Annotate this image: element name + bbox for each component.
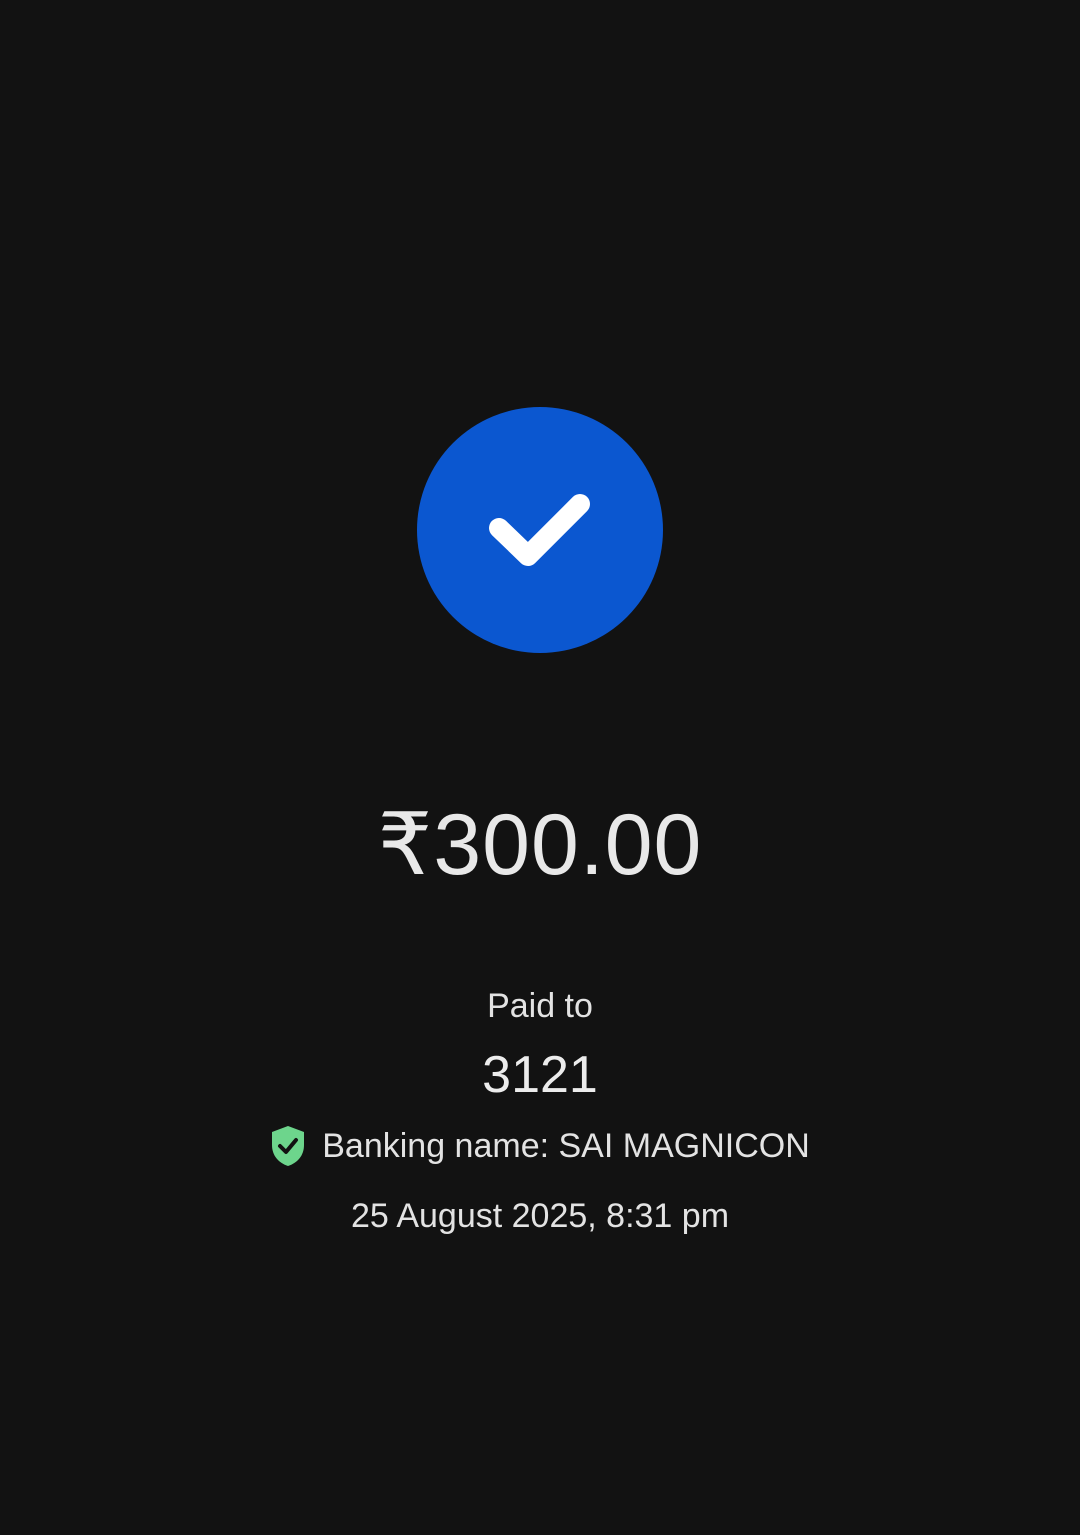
success-status-circle [417, 407, 663, 653]
banking-name-label: Banking name: [322, 1127, 559, 1165]
banking-name-text: Banking name: SAI MAGNICON [322, 1123, 810, 1169]
verified-shield-icon [272, 1126, 305, 1166]
banking-name-row: Banking name: SAI MAGNICON [0, 1120, 1080, 1172]
check-icon [489, 494, 590, 566]
banking-name-value: SAI MAGNICON [558, 1127, 810, 1165]
paid-to-label: Paid to [487, 987, 593, 1025]
payment-amount: ₹300.00 [377, 797, 703, 893]
payment-timestamp: 25 August 2025, 8:31 pm [350, 1197, 730, 1235]
payee-identifier: 3121 [482, 1046, 598, 1104]
payment-success-screen: ₹300.00 Paid to 3121 Banking name: SAI M… [0, 0, 1080, 1535]
